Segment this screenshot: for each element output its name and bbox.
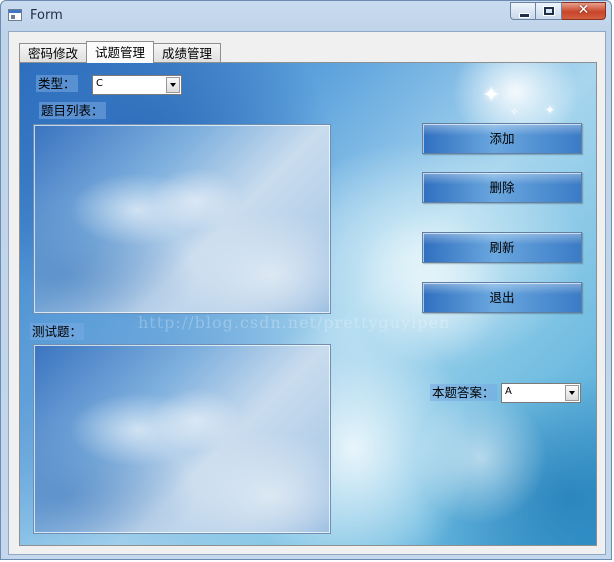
background-glow (410, 393, 550, 523)
answer-select-value: A (505, 386, 512, 397)
answer-label: 本题答案： (430, 384, 497, 401)
type-select[interactable]: C (92, 75, 182, 95)
main-window: Form ✕ 密码修改 试题管理 成绩管理 ✦ ✦ ✧ 类型： C 题目列表： … (0, 0, 612, 560)
caption-buttons: ✕ (510, 2, 606, 20)
minimize-button[interactable] (510, 2, 536, 20)
test-question-box[interactable] (33, 344, 331, 534)
tab-password-change[interactable]: 密码修改 (19, 43, 88, 63)
question-list[interactable] (33, 124, 331, 314)
delete-button[interactable]: 删除 (422, 172, 582, 203)
add-button[interactable]: 添加 (422, 123, 582, 154)
title-bar[interactable]: Form ✕ (1, 1, 611, 31)
answer-select[interactable]: A (501, 383, 581, 403)
close-icon: ✕ (577, 2, 590, 18)
tab-score-management[interactable]: 成绩管理 (153, 43, 222, 63)
sparkle-icon: ✦ (545, 103, 556, 117)
tab-question-management[interactable]: 试题管理 (86, 41, 155, 63)
type-label: 类型： (36, 75, 78, 92)
question-management-panel: ✦ ✦ ✧ 类型： C 题目列表： 测试题： 添加 删除 刷新 退出 本题答案：… (19, 62, 597, 546)
test-question-label: 测试题： (30, 323, 85, 340)
watermark-text: http://blog.csdn.net/prettyguyipen (138, 313, 451, 332)
maximize-icon (544, 7, 554, 15)
exit-button[interactable]: 退出 (422, 282, 582, 313)
client-area: 密码修改 试题管理 成绩管理 ✦ ✦ ✧ 类型： C 题目列表： 测试题： 添加… (8, 31, 606, 555)
window-title: Form (30, 8, 63, 23)
type-select-value: C (96, 78, 103, 89)
chevron-down-icon[interactable] (565, 385, 579, 401)
sparkle-icon: ✦ (482, 83, 501, 108)
maximize-button[interactable] (536, 2, 562, 20)
minimize-icon (519, 13, 530, 18)
question-list-label: 题目列表： (39, 102, 106, 119)
refresh-button[interactable]: 刷新 (422, 232, 582, 263)
form-app-icon[interactable] (8, 9, 22, 21)
sparkle-icon: ✧ (510, 107, 519, 118)
close-button[interactable]: ✕ (562, 2, 606, 20)
tab-strip: 密码修改 试题管理 成绩管理 (19, 41, 222, 63)
chevron-down-icon[interactable] (166, 77, 180, 93)
